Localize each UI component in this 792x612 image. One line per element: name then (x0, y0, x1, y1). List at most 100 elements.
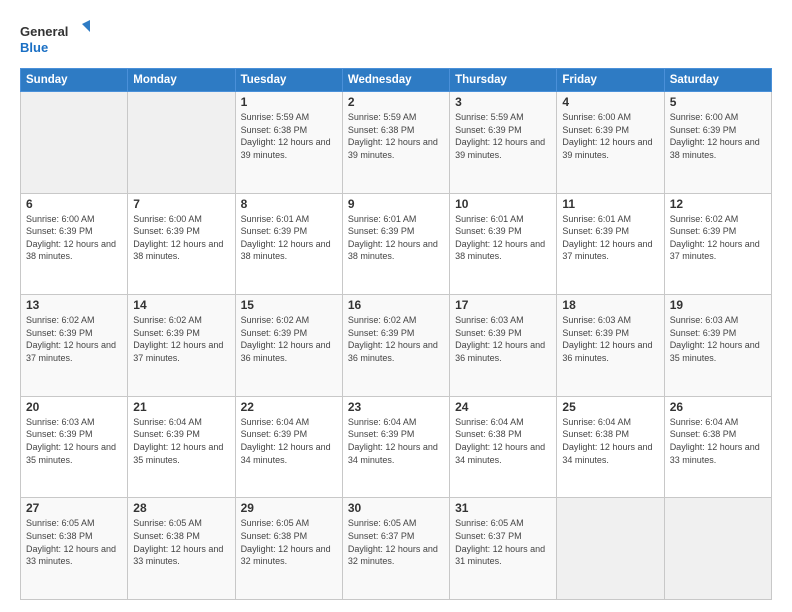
calendar-cell: 23 Sunrise: 6:04 AMSunset: 6:39 PMDayligh… (342, 396, 449, 498)
day-info: Sunrise: 6:03 AMSunset: 6:39 PMDaylight:… (670, 314, 766, 364)
calendar-week-row: 6 Sunrise: 6:00 AMSunset: 6:39 PMDaylight… (21, 193, 772, 295)
day-info: Sunrise: 5:59 AMSunset: 6:38 PMDaylight:… (241, 111, 337, 161)
calendar-page: General Blue SundayMondayTuesdayWednesda… (0, 0, 792, 612)
day-info: Sunrise: 6:05 AMSunset: 6:38 PMDaylight:… (241, 517, 337, 567)
day-info: Sunrise: 6:01 AMSunset: 6:39 PMDaylight:… (562, 213, 658, 263)
day-number: 28 (133, 501, 229, 515)
day-info: Sunrise: 6:05 AMSunset: 6:37 PMDaylight:… (455, 517, 551, 567)
day-info: Sunrise: 6:04 AMSunset: 6:39 PMDaylight:… (133, 416, 229, 466)
calendar-cell: 5 Sunrise: 6:00 AMSunset: 6:39 PMDaylight… (664, 92, 771, 194)
day-number: 9 (348, 197, 444, 211)
weekday-header-sunday: Sunday (21, 69, 128, 92)
calendar-cell: 30 Sunrise: 6:05 AMSunset: 6:37 PMDayligh… (342, 498, 449, 600)
calendar-cell: 18 Sunrise: 6:03 AMSunset: 6:39 PMDayligh… (557, 295, 664, 397)
day-number: 14 (133, 298, 229, 312)
day-number: 15 (241, 298, 337, 312)
day-number: 19 (670, 298, 766, 312)
calendar-cell: 14 Sunrise: 6:02 AMSunset: 6:39 PMDayligh… (128, 295, 235, 397)
calendar-cell: 26 Sunrise: 6:04 AMSunset: 6:38 PMDayligh… (664, 396, 771, 498)
day-info: Sunrise: 6:02 AMSunset: 6:39 PMDaylight:… (348, 314, 444, 364)
day-info: Sunrise: 6:02 AMSunset: 6:39 PMDaylight:… (26, 314, 122, 364)
day-number: 17 (455, 298, 551, 312)
logo-svg: General Blue (20, 18, 90, 58)
day-number: 5 (670, 95, 766, 109)
day-number: 4 (562, 95, 658, 109)
calendar-cell: 17 Sunrise: 6:03 AMSunset: 6:39 PMDayligh… (450, 295, 557, 397)
calendar-week-row: 27Sunrise: 6:05 AMSunset: 6:38 PMDayligh… (21, 498, 772, 600)
calendar-cell: 16 Sunrise: 6:02 AMSunset: 6:39 PMDayligh… (342, 295, 449, 397)
day-info: Sunrise: 6:00 AMSunset: 6:39 PMDaylight:… (562, 111, 658, 161)
day-number: 24 (455, 400, 551, 414)
day-info: Sunrise: 6:00 AMSunset: 6:39 PMDaylight:… (133, 213, 229, 263)
day-info: Sunrise: 6:04 AMSunset: 6:39 PMDaylight:… (348, 416, 444, 466)
calendar-week-row: 13 Sunrise: 6:02 AMSunset: 6:39 PMDayligh… (21, 295, 772, 397)
day-info: Sunrise: 6:04 AMSunset: 6:38 PMDaylight:… (455, 416, 551, 466)
calendar-cell: 2 Sunrise: 5:59 AMSunset: 6:38 PMDaylight… (342, 92, 449, 194)
calendar-cell: 24 Sunrise: 6:04 AMSunset: 6:38 PMDayligh… (450, 396, 557, 498)
calendar-cell: 29 Sunrise: 6:05 AMSunset: 6:38 PMDayligh… (235, 498, 342, 600)
day-number: 13 (26, 298, 122, 312)
calendar-cell: 7 Sunrise: 6:00 AMSunset: 6:39 PMDaylight… (128, 193, 235, 295)
day-number: 21 (133, 400, 229, 414)
calendar-cell: 19 Sunrise: 6:03 AMSunset: 6:39 PMDayligh… (664, 295, 771, 397)
calendar-cell (557, 498, 664, 600)
day-number: 8 (241, 197, 337, 211)
day-info: Sunrise: 6:02 AMSunset: 6:39 PMDaylight:… (133, 314, 229, 364)
svg-text:Blue: Blue (20, 40, 48, 55)
calendar-cell: 8Sunrise: 6:01 AMSunset: 6:39 PMDaylight… (235, 193, 342, 295)
day-info: Sunrise: 6:04 AMSunset: 6:38 PMDaylight:… (562, 416, 658, 466)
calendar-cell: 1Sunrise: 5:59 AMSunset: 6:38 PMDaylight… (235, 92, 342, 194)
day-number: 7 (133, 197, 229, 211)
day-number: 25 (562, 400, 658, 414)
calendar-cell: 28 Sunrise: 6:05 AMSunset: 6:38 PMDayligh… (128, 498, 235, 600)
day-info: Sunrise: 6:05 AMSunset: 6:37 PMDaylight:… (348, 517, 444, 567)
calendar-week-row: 1Sunrise: 5:59 AMSunset: 6:38 PMDaylight… (21, 92, 772, 194)
calendar-cell (664, 498, 771, 600)
calendar-cell: 31Sunrise: 6:05 AMSunset: 6:37 PMDayligh… (450, 498, 557, 600)
calendar-cell: 10Sunrise: 6:01 AMSunset: 6:39 PMDayligh… (450, 193, 557, 295)
day-number: 2 (348, 95, 444, 109)
weekday-header-row: SundayMondayTuesdayWednesdayThursdayFrid… (21, 69, 772, 92)
calendar-cell: 15 Sunrise: 6:02 AMSunset: 6:39 PMDayligh… (235, 295, 342, 397)
svg-text:General: General (20, 24, 68, 39)
day-info: Sunrise: 6:05 AMSunset: 6:38 PMDaylight:… (26, 517, 122, 567)
logo: General Blue (20, 18, 90, 58)
calendar-cell: 22 Sunrise: 6:04 AMSunset: 6:39 PMDayligh… (235, 396, 342, 498)
calendar-cell: 20Sunrise: 6:03 AMSunset: 6:39 PMDayligh… (21, 396, 128, 498)
day-info: Sunrise: 6:04 AMSunset: 6:39 PMDaylight:… (241, 416, 337, 466)
day-info: Sunrise: 6:04 AMSunset: 6:38 PMDaylight:… (670, 416, 766, 466)
day-number: 29 (241, 501, 337, 515)
day-info: Sunrise: 6:02 AMSunset: 6:39 PMDaylight:… (241, 314, 337, 364)
day-info: Sunrise: 6:03 AMSunset: 6:39 PMDaylight:… (26, 416, 122, 466)
calendar-cell: 3Sunrise: 5:59 AMSunset: 6:39 PMDaylight… (450, 92, 557, 194)
day-info: Sunrise: 6:00 AMSunset: 6:39 PMDaylight:… (670, 111, 766, 161)
day-number: 26 (670, 400, 766, 414)
day-number: 18 (562, 298, 658, 312)
day-info: Sunrise: 6:02 AMSunset: 6:39 PMDaylight:… (670, 213, 766, 263)
day-number: 11 (562, 197, 658, 211)
day-info: Sunrise: 6:03 AMSunset: 6:39 PMDaylight:… (562, 314, 658, 364)
weekday-header-wednesday: Wednesday (342, 69, 449, 92)
day-number: 22 (241, 400, 337, 414)
calendar-cell (128, 92, 235, 194)
calendar-cell: 11 Sunrise: 6:01 AMSunset: 6:39 PMDayligh… (557, 193, 664, 295)
calendar-cell: 27Sunrise: 6:05 AMSunset: 6:38 PMDayligh… (21, 498, 128, 600)
day-info: Sunrise: 6:01 AMSunset: 6:39 PMDaylight:… (455, 213, 551, 263)
page-header: General Blue (20, 18, 772, 58)
calendar-cell: 25 Sunrise: 6:04 AMSunset: 6:38 PMDayligh… (557, 396, 664, 498)
weekday-header-monday: Monday (128, 69, 235, 92)
day-number: 6 (26, 197, 122, 211)
calendar-cell (21, 92, 128, 194)
day-number: 12 (670, 197, 766, 211)
day-number: 30 (348, 501, 444, 515)
day-info: Sunrise: 5:59 AMSunset: 6:38 PMDaylight:… (348, 111, 444, 161)
calendar-week-row: 20Sunrise: 6:03 AMSunset: 6:39 PMDayligh… (21, 396, 772, 498)
day-info: Sunrise: 6:03 AMSunset: 6:39 PMDaylight:… (455, 314, 551, 364)
day-info: Sunrise: 6:05 AMSunset: 6:38 PMDaylight:… (133, 517, 229, 567)
calendar-table: SundayMondayTuesdayWednesdayThursdayFrid… (20, 68, 772, 600)
day-info: Sunrise: 6:01 AMSunset: 6:39 PMDaylight:… (348, 213, 444, 263)
day-info: Sunrise: 6:00 AMSunset: 6:39 PMDaylight:… (26, 213, 122, 263)
day-number: 16 (348, 298, 444, 312)
calendar-cell: 9 Sunrise: 6:01 AMSunset: 6:39 PMDaylight… (342, 193, 449, 295)
day-number: 23 (348, 400, 444, 414)
